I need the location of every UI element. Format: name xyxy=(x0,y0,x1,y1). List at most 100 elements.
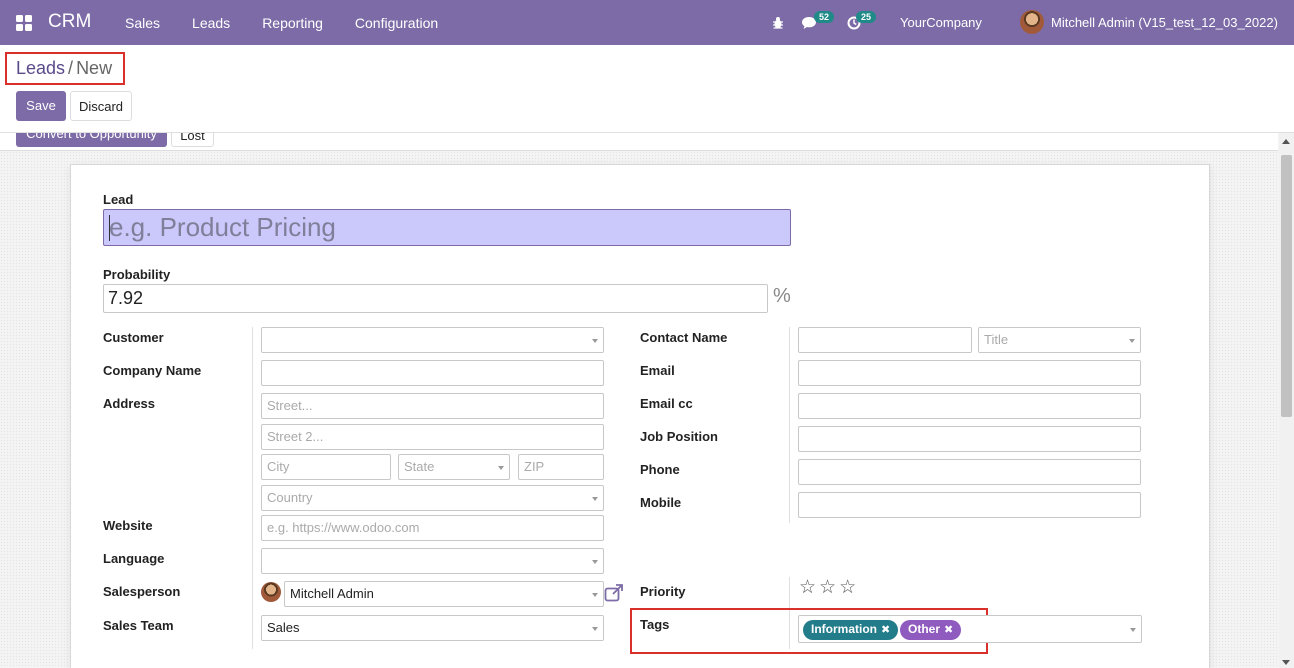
top-navbar: CRM Sales Leads Reporting Configuration … xyxy=(0,0,1294,45)
form-view-content[interactable]: Convert to Opportunity Lost Lead e.g. Pr… xyxy=(0,132,1294,668)
form-statusbar: Convert to Opportunity Lost xyxy=(0,133,1278,151)
messages-count-badge: 52 xyxy=(814,11,835,23)
job-position-input[interactable] xyxy=(798,426,1141,452)
email-cc-label: Email cc xyxy=(640,396,693,411)
mobile-input[interactable] xyxy=(798,492,1141,518)
language-select[interactable] xyxy=(261,548,604,574)
scroll-down-arrow-icon[interactable] xyxy=(1282,660,1290,665)
lead-name-input[interactable]: e.g. Product Pricing xyxy=(103,209,791,246)
user-menu[interactable]: Mitchell Admin (V15_test_12_03_2022) xyxy=(1020,10,1278,34)
lead-name-placeholder: e.g. Product Pricing xyxy=(109,212,336,242)
priority-star-icon[interactable]: ☆ xyxy=(819,578,836,598)
email-label: Email xyxy=(640,363,675,378)
chevron-down-icon xyxy=(592,593,598,597)
tag-other: Other ✖ xyxy=(900,620,962,640)
vertical-scrollbar[interactable] xyxy=(1279,133,1294,668)
street-input[interactable]: Street... xyxy=(261,393,604,419)
zip-input[interactable]: ZIP xyxy=(518,454,604,480)
tag-label: Other xyxy=(908,622,941,636)
contact-name-input[interactable] xyxy=(798,327,972,353)
email-input[interactable] xyxy=(798,360,1141,386)
breadcrumb-current: New xyxy=(76,58,113,78)
salesperson-avatar xyxy=(261,582,281,602)
mobile-label: Mobile xyxy=(640,495,682,510)
save-button[interactable]: Save xyxy=(16,91,66,121)
chevron-down-icon xyxy=(592,560,598,564)
state-placeholder: State xyxy=(404,459,435,474)
priority-star-icon[interactable]: ☆ xyxy=(799,578,816,598)
company-switcher[interactable]: YourCompany xyxy=(900,15,982,30)
probability-label: Probability xyxy=(103,267,171,282)
language-label: Language xyxy=(103,551,165,566)
street2-input[interactable]: Street 2... xyxy=(261,424,604,450)
left-column-divider xyxy=(252,327,253,649)
chevron-down-icon xyxy=(592,497,598,501)
email-cc-input[interactable] xyxy=(798,393,1141,419)
messages-chat-icon[interactable] xyxy=(801,0,817,45)
scroll-thumb[interactable] xyxy=(1281,155,1292,417)
user-name: Mitchell Admin (V15_test_12_03_2022) xyxy=(1051,14,1278,30)
user-avatar xyxy=(1020,10,1044,34)
lead-label: Lead xyxy=(103,192,134,207)
form-sheet: Lead e.g. Product Pricing Probability 7.… xyxy=(70,164,1210,668)
chevron-down-icon xyxy=(1130,628,1136,632)
phone-label: Phone xyxy=(640,462,680,477)
lost-button[interactable]: Lost xyxy=(171,133,214,147)
percent-sign: % xyxy=(773,285,791,307)
chevron-down-icon xyxy=(1129,339,1135,343)
phone-input[interactable] xyxy=(798,459,1141,485)
sales-team-label: Sales Team xyxy=(103,618,174,633)
main-menu: Sales Leads Reporting Configuration xyxy=(125,15,470,31)
tags-label: Tags xyxy=(640,617,670,632)
menu-reporting[interactable]: Reporting xyxy=(262,15,323,31)
probability-input[interactable]: 7.92 xyxy=(103,284,768,313)
salesperson-value: Mitchell Admin xyxy=(290,586,374,601)
address-label: Address xyxy=(103,396,156,411)
text-cursor xyxy=(109,215,110,241)
contact-name-label: Contact Name xyxy=(640,330,728,345)
customer-label: Customer xyxy=(103,330,164,345)
website-label: Website xyxy=(103,518,153,533)
customer-select[interactable] xyxy=(261,327,604,353)
convert-to-opportunity-button[interactable]: Convert to Opportunity xyxy=(16,133,167,147)
external-link-icon[interactable] xyxy=(604,584,624,602)
salesperson-label: Salesperson xyxy=(103,584,181,599)
state-select[interactable]: State xyxy=(398,454,510,480)
company-name-label: Company Name xyxy=(103,363,202,378)
job-position-label: Job Position xyxy=(640,429,718,444)
priority-stars: ☆ ☆ ☆ xyxy=(799,578,859,598)
menu-configuration[interactable]: Configuration xyxy=(355,15,438,31)
discard-button[interactable]: Discard xyxy=(70,91,132,121)
salesperson-select[interactable]: Mitchell Admin xyxy=(284,581,604,607)
title-placeholder: Title xyxy=(984,332,1009,347)
breadcrumb-leads-link[interactable]: Leads xyxy=(16,58,65,78)
city-input[interactable]: City xyxy=(261,454,391,480)
app-brand[interactable]: CRM xyxy=(48,11,91,33)
breadcrumb-separator: / xyxy=(68,58,74,78)
activities-count-badge: 25 xyxy=(856,11,877,23)
title-select[interactable]: Title xyxy=(978,327,1141,353)
menu-sales[interactable]: Sales xyxy=(125,15,160,31)
sales-team-select[interactable]: Sales xyxy=(261,615,604,641)
company-name-input[interactable] xyxy=(261,360,604,386)
scroll-up-arrow-icon[interactable] xyxy=(1282,139,1290,144)
chevron-down-icon xyxy=(592,339,598,343)
menu-leads[interactable]: Leads xyxy=(192,15,230,31)
sales-team-value: Sales xyxy=(267,620,300,635)
debug-bug-icon[interactable] xyxy=(771,0,785,45)
chevron-down-icon xyxy=(592,627,598,631)
tags-input[interactable]: Information ✖ Other ✖ xyxy=(798,615,1142,643)
remove-tag-icon[interactable]: ✖ xyxy=(881,624,890,636)
priority-star-icon[interactable]: ☆ xyxy=(839,578,856,598)
apps-menu-icon[interactable] xyxy=(16,15,32,31)
priority-label: Priority xyxy=(640,584,686,599)
right-column-divider xyxy=(789,327,790,523)
tag-label: Information xyxy=(811,622,877,636)
tag-information: Information ✖ xyxy=(803,620,899,640)
country-select[interactable]: Country xyxy=(261,485,604,511)
breadcrumb: Leads / New xyxy=(16,58,112,79)
chevron-down-icon xyxy=(498,466,504,470)
country-placeholder: Country xyxy=(267,490,313,505)
website-input[interactable]: e.g. https://www.odoo.com xyxy=(261,515,604,541)
remove-tag-icon[interactable]: ✖ xyxy=(944,624,953,636)
